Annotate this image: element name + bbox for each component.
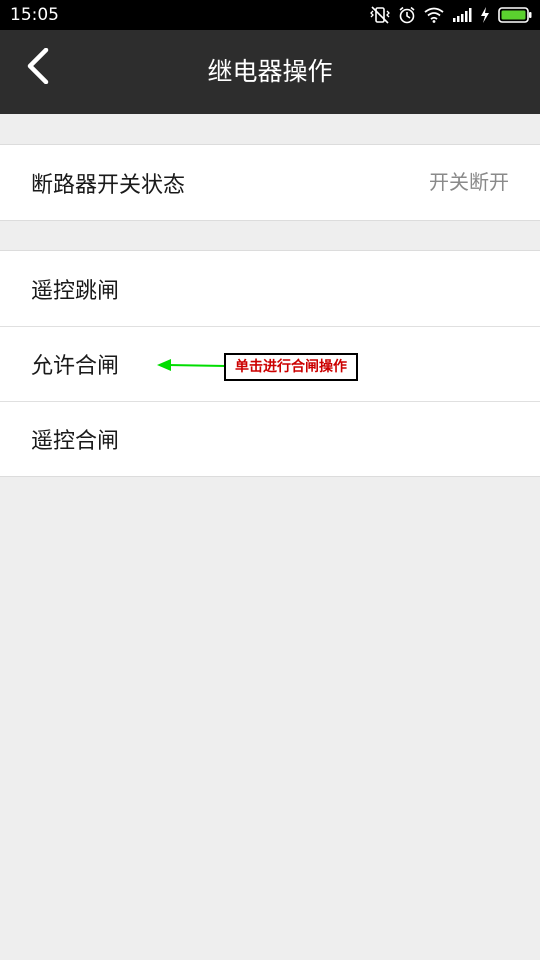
remote-trip-item[interactable]: 遥控跳闸	[0, 251, 540, 326]
annotation-label: 单击进行合闸操作	[224, 353, 358, 381]
alarm-icon	[398, 6, 416, 24]
status-bar: 15:05	[0, 0, 540, 30]
breaker-status-label: 断路器开关状态	[31, 172, 186, 198]
nav-bar: 继电器操作	[0, 30, 540, 114]
battery-icon	[498, 7, 532, 23]
list-item-label: 遥控合闸	[31, 429, 120, 454]
arrow-left-icon	[157, 359, 227, 371]
status-time: 15:05	[10, 5, 59, 25]
chevron-left-icon	[26, 47, 50, 88]
breaker-status-section: 断路器开关状态 开关断开	[0, 144, 540, 221]
status-icons	[370, 5, 532, 25]
list-item-label: 遥控跳闸	[31, 278, 120, 304]
vibrate-off-icon	[370, 6, 390, 24]
wifi-icon	[424, 7, 444, 23]
signal-icon	[452, 8, 472, 22]
back-button[interactable]	[18, 47, 58, 88]
breaker-status-value: 开关断开	[429, 170, 509, 194]
annotation-callout: 单击进行合闸操作	[156, 352, 360, 382]
list-item-label: 允许合闸	[31, 354, 120, 379]
breaker-status-row: 断路器开关状态 开关断开	[0, 145, 540, 220]
charging-icon	[480, 7, 490, 23]
page-title: 继电器操作	[207, 57, 333, 86]
remote-close-item[interactable]: 遥控合闸	[0, 401, 540, 476]
